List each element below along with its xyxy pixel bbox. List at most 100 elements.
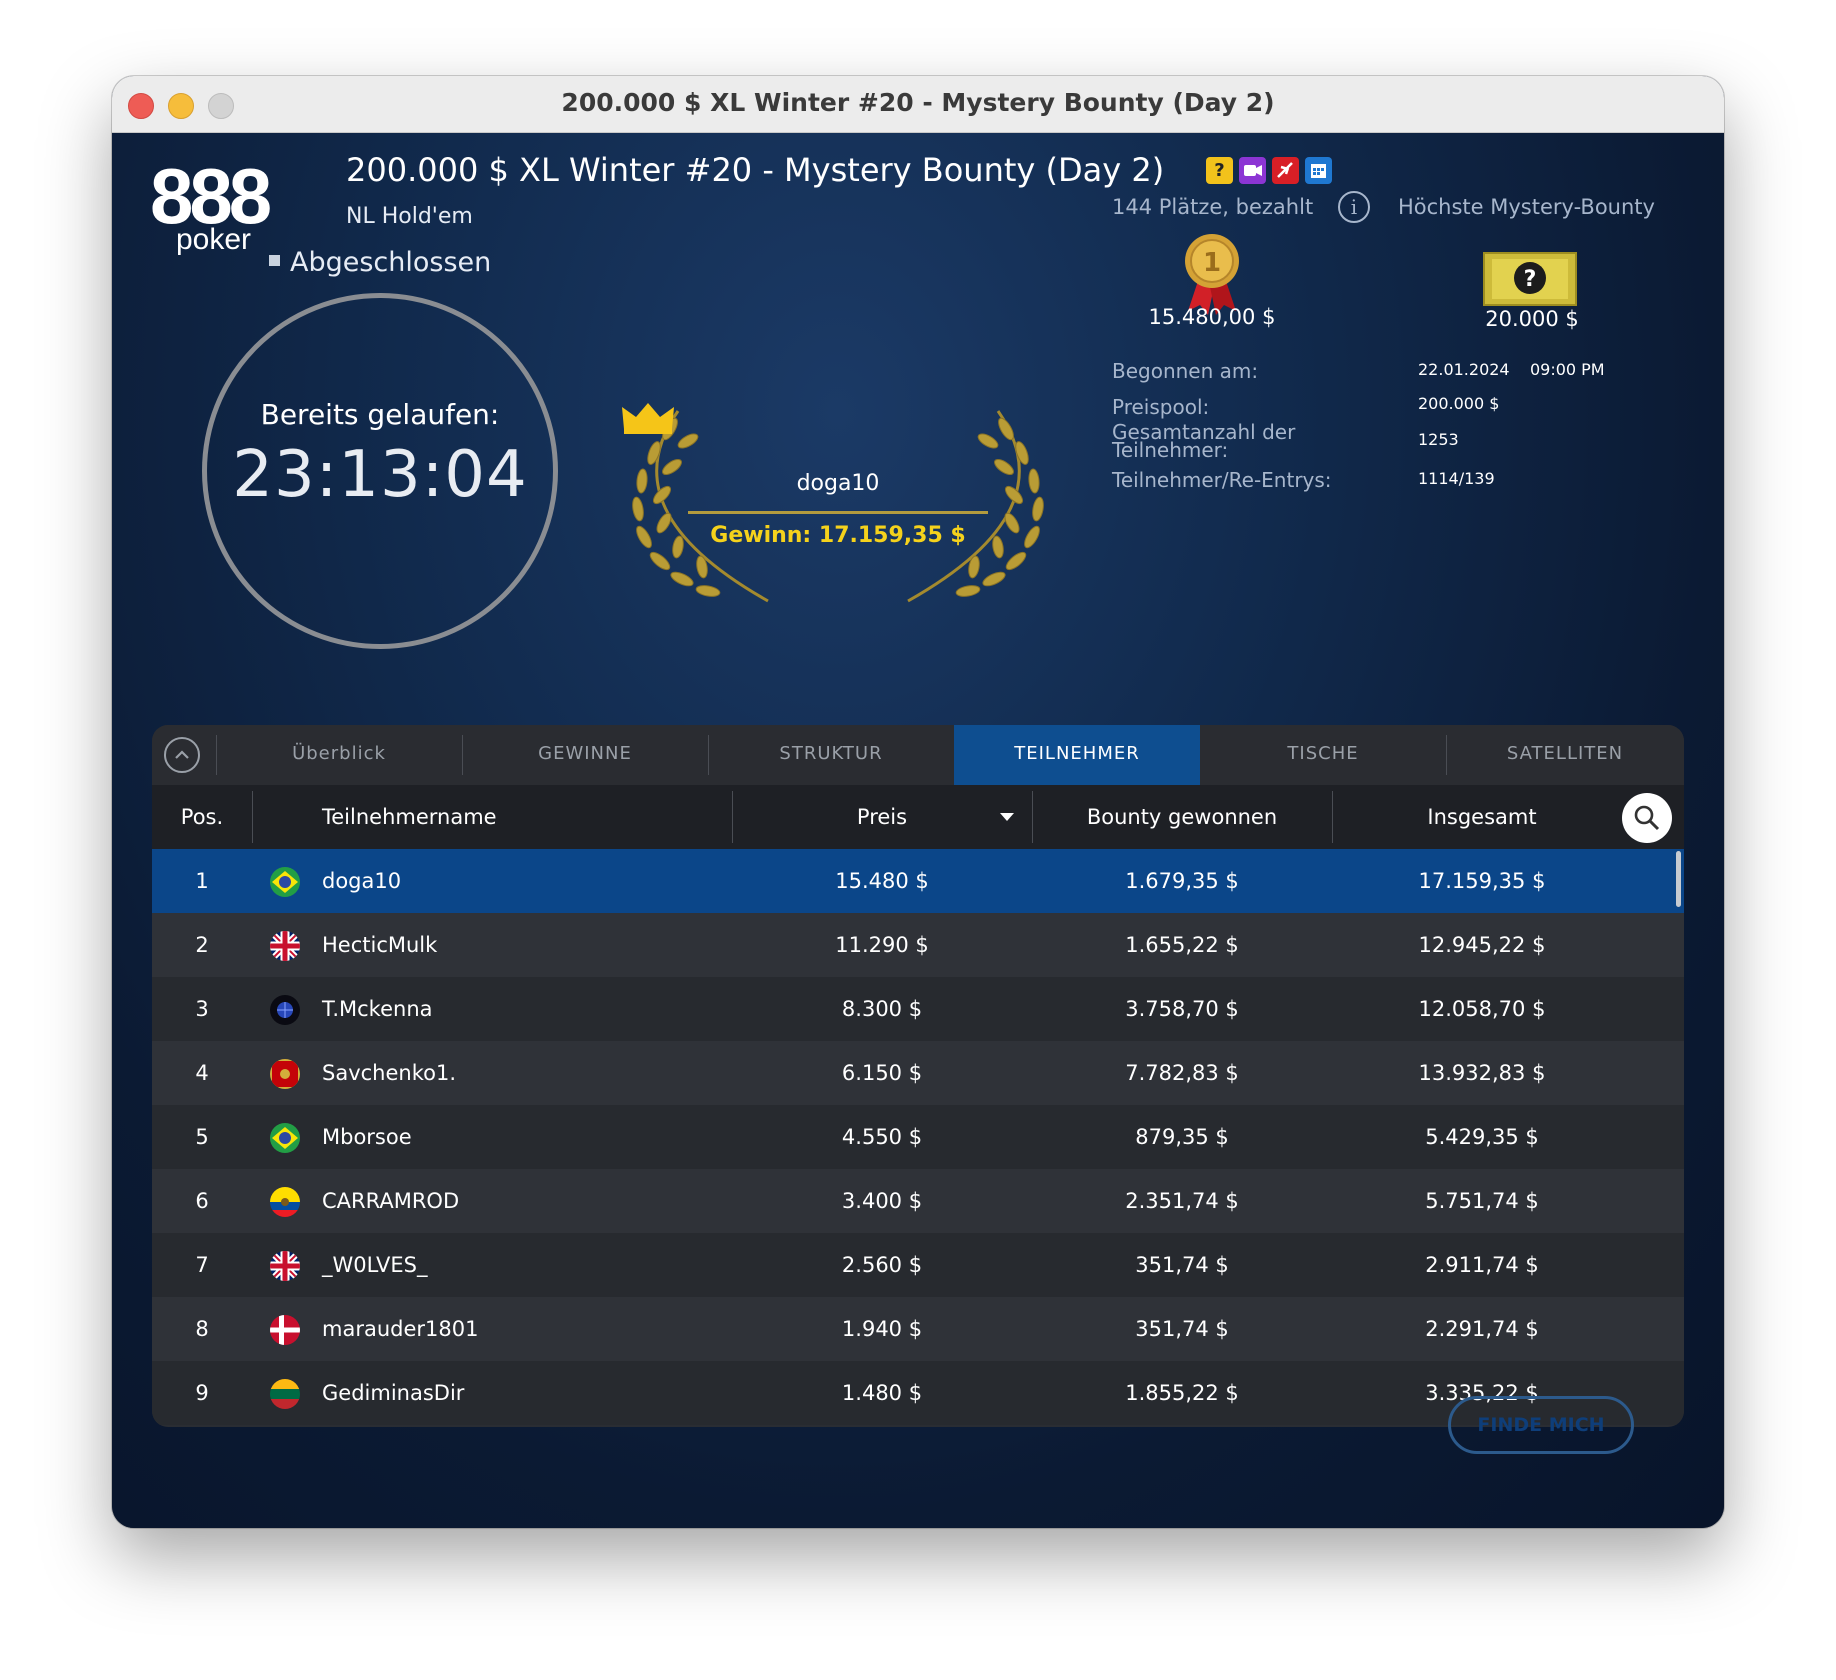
row-preis: 8.300 $: [841, 997, 923, 1021]
started-label: Begonnen am:: [1112, 359, 1259, 383]
find-me-button[interactable]: FINDE MICH: [1448, 1396, 1634, 1454]
row-bounty: 351,74 $: [1135, 1317, 1229, 1341]
888poker-logo: 888 poker: [150, 152, 272, 263]
row-total: 12.058,70 $: [1418, 997, 1546, 1021]
table-row[interactable]: 4 Savchenko1. 6.150 $ 7.782,83 $ 13.932,…: [152, 1041, 1684, 1105]
ecuador-flag-icon: [270, 1187, 300, 1217]
tab-players[interactable]: TEILNEHMER: [954, 725, 1200, 785]
row-total: 13.932,83 $: [1418, 1061, 1546, 1085]
mystery-bounty-label: Höchste Mystery-Bounty: [1398, 195, 1655, 219]
first-prize-value: 15.480,00 $: [1148, 305, 1276, 329]
tournament-status: Abgeschlossen: [269, 247, 491, 278]
table-header: Pos. Teilnehmername Preis Bounty gewonne…: [152, 785, 1684, 849]
tab-prizes[interactable]: GEWINNE: [462, 725, 708, 785]
row-bounty: 879,35 $: [1135, 1125, 1229, 1149]
table-row[interactable]: 6 CARRAMROD 3.400 $ 2.351,74 $ 5.751,74 …: [152, 1169, 1684, 1233]
status-text: Abgeschlossen: [290, 247, 492, 278]
row-bounty: 1.855,22 $: [1125, 1381, 1239, 1405]
video-icon: [1239, 157, 1266, 184]
row-name: doga10: [322, 869, 402, 893]
table-scrollbar[interactable]: [1676, 851, 1681, 907]
row-preis: 11.290 $: [835, 933, 929, 957]
row-pos: 5: [195, 1125, 209, 1149]
row-preis: 1.940 $: [841, 1317, 923, 1341]
uk-flag-icon: [270, 1251, 300, 1281]
elapsed-time: 23:13:04: [232, 438, 528, 512]
title-bar: 200.000 $ XL Winter #20 - Mystery Bounty…: [112, 76, 1724, 133]
row-pos: 7: [195, 1253, 209, 1277]
info-icon[interactable]: i: [1338, 191, 1370, 223]
collapse-button[interactable]: [164, 737, 200, 773]
row-name: HecticMulk: [322, 933, 438, 957]
col-preis-label: Preis: [856, 805, 908, 829]
mystery-bounty-icon: ?: [1206, 157, 1233, 184]
search-icon: [1634, 805, 1660, 831]
game-type: NL Hold'em: [346, 204, 473, 229]
sort-down-icon[interactable]: [1000, 813, 1014, 822]
row-total: 2.911,74 $: [1425, 1253, 1539, 1277]
winner-winnings: Gewinn: 17.159,35 $: [710, 523, 966, 548]
table-row[interactable]: 7 _W0LVES_ 2.560 $ 351,74 $ 2.911,74 $: [152, 1233, 1684, 1297]
prizepool-label: Preispool:: [1112, 395, 1210, 419]
winner-divider: [688, 511, 988, 514]
row-name: CARRAMROD: [322, 1189, 460, 1213]
table-row[interactable]: 2 HecticMulk 11.290 $ 1.655,22 $ 12.945,…: [152, 913, 1684, 977]
row-preis: 3.400 $: [841, 1189, 923, 1213]
table-row[interactable]: 5 Mborsoe 4.550 $ 879,35 $ 5.429,35 $: [152, 1105, 1684, 1169]
row-name: _W0LVES_: [322, 1253, 428, 1277]
mystery-ticket-icon: ?: [1483, 252, 1577, 306]
montenegro-flag-icon: [270, 1059, 300, 1089]
status-square-icon: [269, 255, 280, 266]
total-entries-value: 1253: [1418, 430, 1459, 449]
svg-text:1: 1: [1203, 248, 1221, 278]
tab-structure[interactable]: STRUKTUR: [708, 725, 954, 785]
started-value: 22.01.2024 09:00 PM: [1418, 360, 1605, 379]
table-row[interactable]: 1 doga10 15.480 $ 1.679,35 $ 17.159,35 $: [152, 849, 1684, 913]
col-preis[interactable]: Preis: [732, 785, 1032, 849]
row-preis: 6.150 $: [841, 1061, 923, 1085]
tab-satellites[interactable]: SATELLITEN: [1446, 725, 1684, 785]
logo-word: poker: [176, 223, 252, 256]
col-bounty[interactable]: Bounty gewonnen: [1082, 785, 1282, 849]
row-preis: 2.560 $: [841, 1253, 923, 1277]
col-total[interactable]: Insgesamt: [1332, 785, 1632, 849]
row-preis: 15.480 $: [835, 869, 929, 893]
reentries-value: 1114/139: [1418, 469, 1495, 488]
row-name: T.Mckenna: [322, 997, 433, 1021]
prizepool-value: 200.000 $: [1418, 394, 1500, 413]
lithuania-flag-icon: [270, 1379, 300, 1409]
row-pos: 4: [195, 1061, 209, 1085]
table-row[interactable]: 8 marauder1801 1.940 $ 351,74 $ 2.291,74…: [152, 1297, 1684, 1361]
col-name[interactable]: Teilnehmername: [322, 785, 497, 849]
mystery-prize-value: 20.000 $: [1485, 307, 1579, 331]
winner-wreath: doga10 Gewinn: 17.159,35 $: [618, 401, 1058, 621]
row-name: marauder1801: [322, 1317, 479, 1341]
winner-name: doga10: [796, 471, 880, 496]
tab-overview[interactable]: Überblick: [216, 725, 462, 785]
search-button[interactable]: [1622, 793, 1672, 843]
lobby-panel: Überblick GEWINNE STRUKTUR TEILNEHMER TI…: [152, 725, 1684, 1427]
window-title: 200.000 $ XL Winter #20 - Mystery Bounty…: [561, 88, 1275, 117]
brazil-flag-icon: [270, 867, 300, 897]
row-total: 17.159,35 $: [1418, 869, 1546, 893]
col-pos[interactable]: Pos.: [152, 785, 252, 849]
row-total: 2.291,74 $: [1425, 1317, 1539, 1341]
row-name: GediminasDir: [322, 1381, 465, 1405]
svg-text:?: ?: [1524, 267, 1537, 292]
row-pos: 3: [195, 997, 209, 1021]
row-total: 5.751,74 $: [1425, 1189, 1539, 1213]
elapsed-clock: Bereits gelaufen: 23:13:04: [202, 293, 558, 649]
uk-flag-icon: [270, 931, 300, 961]
row-name: Mborsoe: [322, 1125, 412, 1149]
table-row[interactable]: 3 T.Mckenna 8.300 $ 3.758,70 $ 12.058,70…: [152, 977, 1684, 1041]
row-total: 5.429,35 $: [1425, 1125, 1539, 1149]
row-bounty: 351,74 $: [1135, 1253, 1229, 1277]
crown-icon: [622, 403, 674, 434]
chevron-up-icon: [175, 750, 189, 759]
row-pos: 6: [195, 1189, 209, 1213]
row-pos: 9: [195, 1381, 209, 1405]
reentries-label: Teilnehmer/Re-Entrys:: [1112, 468, 1332, 492]
row-bounty: 1.679,35 $: [1125, 869, 1239, 893]
row-pos: 2: [195, 933, 209, 957]
tab-tables[interactable]: TISCHE: [1200, 725, 1446, 785]
